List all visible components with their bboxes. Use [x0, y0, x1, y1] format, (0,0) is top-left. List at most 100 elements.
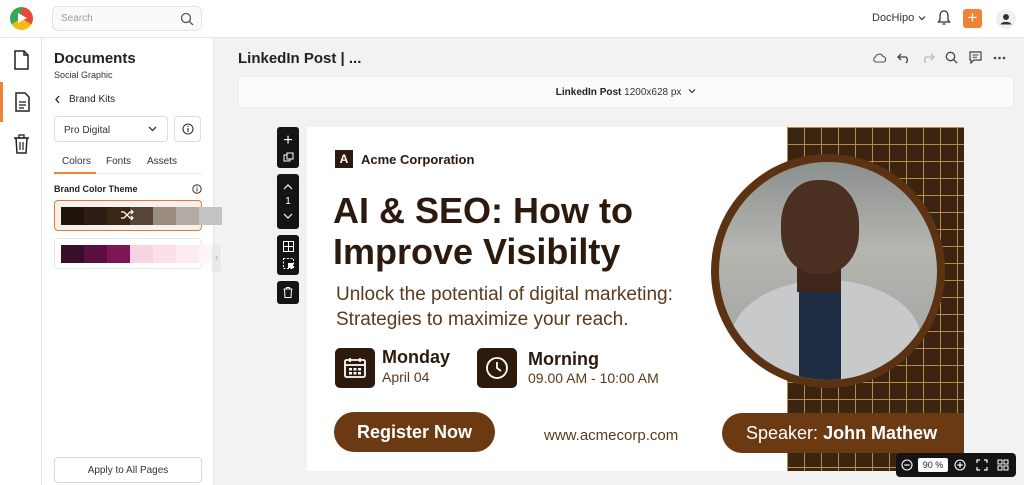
brand-color-theme-label: Brand Color Theme — [54, 184, 138, 194]
size-dims: 1200x628 px — [624, 87, 682, 98]
back-label: Brand Kits — [69, 94, 116, 105]
chevron-down-icon — [148, 126, 157, 132]
register-now-button[interactable]: Register Now — [334, 412, 495, 452]
delete-page-tool — [277, 281, 299, 304]
color-swatch[interactable] — [199, 207, 222, 225]
user-icon[interactable] — [996, 9, 1016, 29]
zoom-level[interactable]: 90 % — [918, 458, 948, 472]
editor-toolbar — [872, 50, 1007, 65]
comment-icon[interactable] — [968, 50, 983, 65]
add-page-icon[interactable]: + — [283, 132, 292, 149]
speaker-label: Speaker: — [746, 423, 819, 443]
color-swatch[interactable] — [176, 207, 199, 225]
search-input[interactable] — [61, 13, 171, 24]
headline-text[interactable]: AI & SEO: How to Improve Visibilty — [333, 190, 693, 272]
select-area-icon[interactable] — [282, 258, 294, 269]
tab-fonts[interactable]: Fonts — [106, 156, 131, 174]
search-box[interactable] — [52, 6, 202, 31]
zoom-out-icon[interactable] — [901, 459, 913, 471]
side-panel: Documents Social Graphic Brand Kits Pro … — [42, 38, 222, 485]
info-icon[interactable] — [192, 184, 202, 194]
speaker-banner[interactable]: Speaker: John Mathew — [722, 413, 964, 453]
grid-icon[interactable] — [282, 241, 294, 252]
canvas-size-dropdown[interactable]: LinkedIn Post 1200x628 px — [238, 76, 1014, 108]
top-bar: DocHipo + — [0, 0, 1024, 38]
panel-subtitle: Social Graphic — [54, 70, 113, 80]
color-swatch[interactable] — [107, 245, 130, 263]
apply-to-all-pages-button[interactable]: Apply to All Pages — [54, 457, 202, 483]
more-options-icon[interactable] — [992, 50, 1007, 65]
page-layout-tools — [277, 235, 299, 275]
website-url[interactable]: www.acmecorp.com — [544, 427, 678, 444]
color-swatch[interactable] — [61, 207, 84, 225]
panel-title: Documents — [54, 50, 136, 67]
color-palette-1[interactable] — [54, 200, 222, 231]
account-dropdown[interactable]: DocHipo — [872, 12, 926, 24]
color-swatch[interactable] — [153, 207, 176, 225]
undo-icon[interactable] — [896, 50, 911, 65]
fullscreen-icon[interactable] — [976, 459, 988, 471]
speaker-photo-frame[interactable] — [711, 154, 945, 388]
company-logo: A — [335, 150, 353, 168]
event-session[interactable]: Morning — [528, 349, 599, 370]
page-icon — [15, 92, 30, 112]
speaker-photo — [719, 162, 937, 380]
app-logo-play-icon — [18, 13, 27, 23]
chevron-left-icon — [55, 95, 60, 104]
page-add-tools: + — [277, 127, 299, 168]
brand-kit-select[interactable]: Pro Digital — [54, 116, 168, 142]
chevron-up-icon[interactable] — [283, 183, 293, 190]
palette-swatches — [61, 207, 222, 225]
company-branding[interactable]: A Acme Corporation — [335, 150, 474, 168]
event-day[interactable]: Monday — [382, 347, 450, 368]
shuffle-icon[interactable] — [120, 208, 134, 222]
rail-item-trash[interactable] — [0, 124, 42, 164]
document-title[interactable]: LinkedIn Post | ... — [238, 50, 361, 67]
page-navigator: 1 — [277, 174, 299, 229]
chevron-down-icon — [688, 89, 696, 94]
tab-assets[interactable]: Assets — [147, 156, 177, 174]
speaker-name: John Mathew — [823, 423, 938, 443]
page-number: 1 — [285, 196, 291, 207]
left-rail — [0, 38, 42, 485]
clock-icon[interactable] — [477, 348, 517, 388]
document-icon — [13, 50, 29, 70]
company-name: Acme Corporation — [361, 151, 475, 167]
design-canvas[interactable]: A Acme Corporation AI & SEO: How to Impr… — [307, 127, 964, 471]
create-button[interactable]: + — [963, 9, 982, 28]
zoom-controls: 90 % — [896, 453, 1016, 477]
brand-kit-value: Pro Digital — [64, 125, 111, 136]
color-swatch[interactable] — [153, 245, 176, 263]
rail-item-pages[interactable] — [0, 82, 42, 122]
rail-item-documents[interactable] — [0, 40, 42, 80]
event-time[interactable]: 09.00 AM - 10:00 AM — [528, 370, 659, 386]
color-swatch[interactable] — [84, 245, 107, 263]
cloud-save-icon[interactable] — [872, 50, 887, 65]
subheading-text[interactable]: Unlock the potential of digital marketin… — [336, 282, 696, 332]
redo-icon[interactable] — [920, 50, 935, 65]
trash-icon[interactable] — [283, 287, 293, 298]
grid-view-icon[interactable] — [997, 459, 1009, 471]
color-swatch[interactable] — [176, 245, 199, 263]
bell-icon[interactable] — [937, 10, 951, 26]
search-icon[interactable] — [180, 12, 194, 26]
back-to-brand-kits[interactable]: Brand Kits — [54, 94, 115, 105]
color-swatch[interactable] — [61, 245, 84, 263]
zoom-in-icon[interactable] — [954, 459, 966, 471]
size-name: LinkedIn Post — [555, 87, 622, 98]
search-icon[interactable] — [944, 50, 959, 65]
info-icon — [181, 123, 194, 135]
color-palette-2[interactable] — [54, 238, 222, 269]
duplicate-page-icon[interactable] — [283, 152, 294, 163]
calendar-icon[interactable] — [335, 348, 375, 388]
color-swatch[interactable] — [84, 207, 107, 225]
color-swatch[interactable] — [130, 245, 153, 263]
collapse-panel-handle[interactable]: ‹ — [212, 244, 221, 272]
event-date[interactable]: April 04 — [382, 369, 429, 385]
account-label: DocHipo — [872, 12, 915, 24]
brand-kit-info-button[interactable] — [174, 116, 201, 142]
photo-head — [781, 180, 859, 274]
trash-icon — [13, 134, 29, 154]
chevron-down-icon[interactable] — [283, 213, 293, 220]
tab-colors[interactable]: Colors — [54, 156, 96, 174]
